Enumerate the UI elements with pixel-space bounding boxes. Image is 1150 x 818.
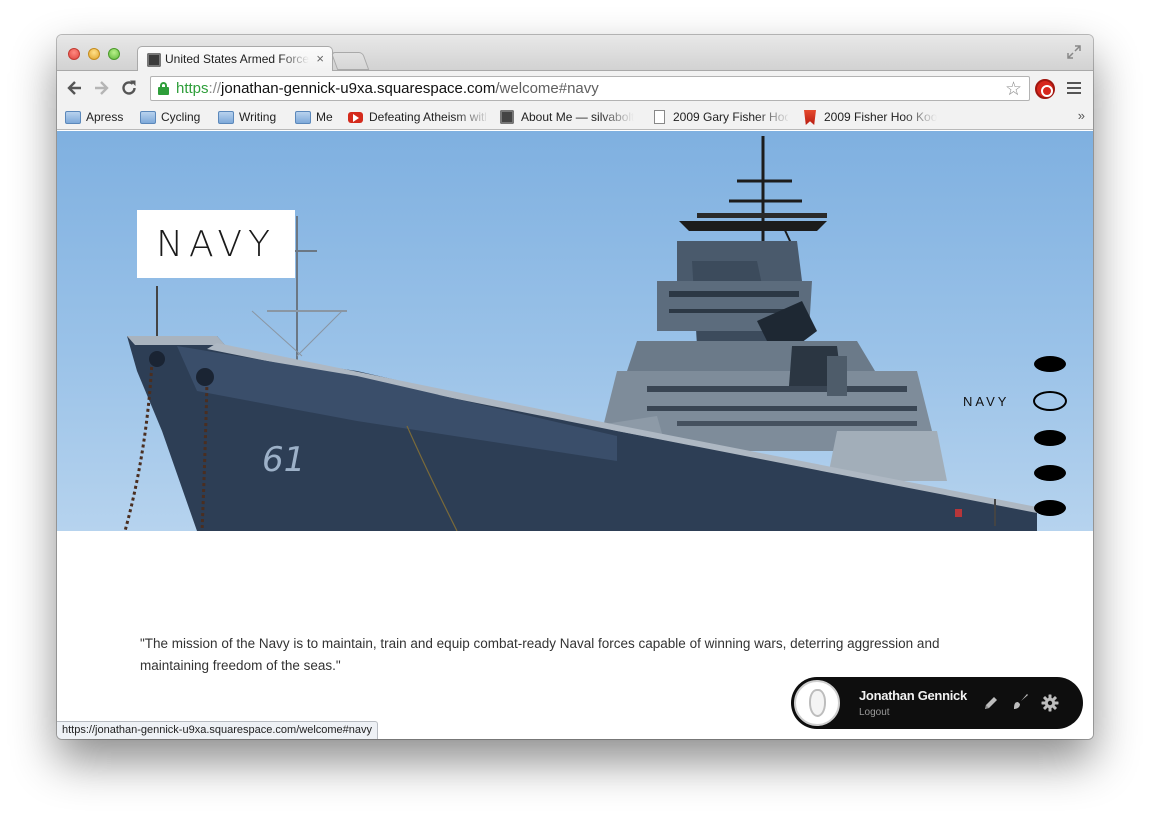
minimize-window-button[interactable] xyxy=(88,48,100,60)
close-window-button[interactable] xyxy=(68,48,80,60)
bookmarks-bar: Apress Cycling Writing Me Defeating Athe… xyxy=(57,105,1093,130)
new-tab-button[interactable] xyxy=(330,52,370,70)
bookmark-label: 2009 Fisher Hoo Koo xyxy=(824,110,938,124)
bookmark-fisher-hoo-koo[interactable]: 2009 Fisher Hoo Koo xyxy=(803,109,939,126)
bookmark-apress[interactable]: Apress xyxy=(65,109,127,126)
folder-icon xyxy=(140,111,156,124)
more-bookmarks-icon[interactable]: » xyxy=(1078,108,1085,123)
close-icon[interactable]: × xyxy=(316,51,324,66)
tab-active[interactable]: United States Armed Forces × xyxy=(137,46,333,72)
extension-icon[interactable] xyxy=(1035,79,1055,99)
bookmark-label: 2009 Gary Fisher Hoo xyxy=(673,110,788,124)
reload-button[interactable] xyxy=(119,78,139,98)
gear-icon[interactable] xyxy=(1040,693,1060,713)
section-dot[interactable] xyxy=(1034,430,1066,446)
bookmark-gary-fisher[interactable]: 2009 Gary Fisher Hoo xyxy=(652,109,788,126)
bookmark-cycling[interactable]: Cycling xyxy=(140,109,206,126)
brush-icon[interactable] xyxy=(1010,692,1030,712)
zoom-window-button[interactable] xyxy=(108,48,120,60)
url-scheme: https xyxy=(176,80,209,97)
section-dot[interactable] xyxy=(1034,500,1066,516)
status-bar-url: https://jonathan-gennick-u9xa.squarespac… xyxy=(57,721,379,739)
section-dot-active[interactable] xyxy=(1033,391,1067,411)
section-dot[interactable] xyxy=(1034,465,1066,481)
cube-icon xyxy=(147,53,161,67)
browser-window: United States Armed Forces × https://jon… xyxy=(57,35,1093,739)
user-name: Jonathan Gennick xyxy=(859,688,967,703)
bookmark-label: Apress xyxy=(86,110,124,124)
bookmark-writing[interactable]: Writing xyxy=(218,109,284,126)
bookmark-label: Defeating Atheism with xyxy=(369,110,486,124)
back-button[interactable] xyxy=(65,78,85,98)
section-dot[interactable] xyxy=(1034,356,1066,372)
tab-strip: United States Armed Forces × xyxy=(57,35,1093,72)
forward-button[interactable] xyxy=(91,78,111,98)
bookmark-me[interactable]: Me xyxy=(295,109,335,126)
logout-link[interactable]: Logout xyxy=(859,707,890,718)
url-separator: :// xyxy=(208,80,222,97)
trek-icon xyxy=(804,110,816,125)
tab-title: United States Armed Forces xyxy=(165,52,309,66)
folder-icon xyxy=(65,111,81,124)
avatar-placeholder-icon xyxy=(809,689,826,717)
fullscreen-icon[interactable] xyxy=(1067,45,1081,59)
page-viewport: 61 NAVY NAVY "The mission of the Navy is… xyxy=(57,131,1093,739)
youtube-icon xyxy=(348,112,363,123)
bookmark-about-me[interactable]: About Me — silvabolt xyxy=(500,109,638,126)
section-dot-nav: NAVY xyxy=(57,131,1093,531)
user-panel: Jonathan Gennick Logout xyxy=(791,677,1083,729)
bookmark-defeating-atheism[interactable]: Defeating Atheism with xyxy=(348,109,486,126)
avatar[interactable] xyxy=(794,680,840,726)
folder-icon xyxy=(218,111,234,124)
section-dot-label: NAVY xyxy=(963,394,1010,409)
url-host: jonathan-gennick-u9xa.squarespace.com xyxy=(221,80,496,97)
url-text: https://jonathan-gennick-u9xa.squarespac… xyxy=(176,80,599,97)
bookmark-label: About Me — silvabolt xyxy=(521,110,635,124)
page-icon xyxy=(654,110,665,124)
url-path: /welcome#navy xyxy=(495,80,599,97)
mission-quote: "The mission of the Navy is to maintain,… xyxy=(140,636,940,673)
pencil-icon[interactable] xyxy=(981,693,1001,713)
lock-icon[interactable] xyxy=(158,82,169,95)
bookmark-label: Writing xyxy=(239,110,277,124)
menu-icon[interactable] xyxy=(1067,82,1081,94)
folder-icon xyxy=(295,111,311,124)
toolbar: https://jonathan-gennick-u9xa.squarespac… xyxy=(57,71,1093,105)
bookmark-label: Me xyxy=(316,110,333,124)
cube-icon xyxy=(500,110,514,124)
star-icon[interactable]: ☆ xyxy=(1005,78,1022,101)
address-bar[interactable]: https://jonathan-gennick-u9xa.squarespac… xyxy=(150,76,1030,101)
bookmark-label: Cycling xyxy=(161,110,201,124)
